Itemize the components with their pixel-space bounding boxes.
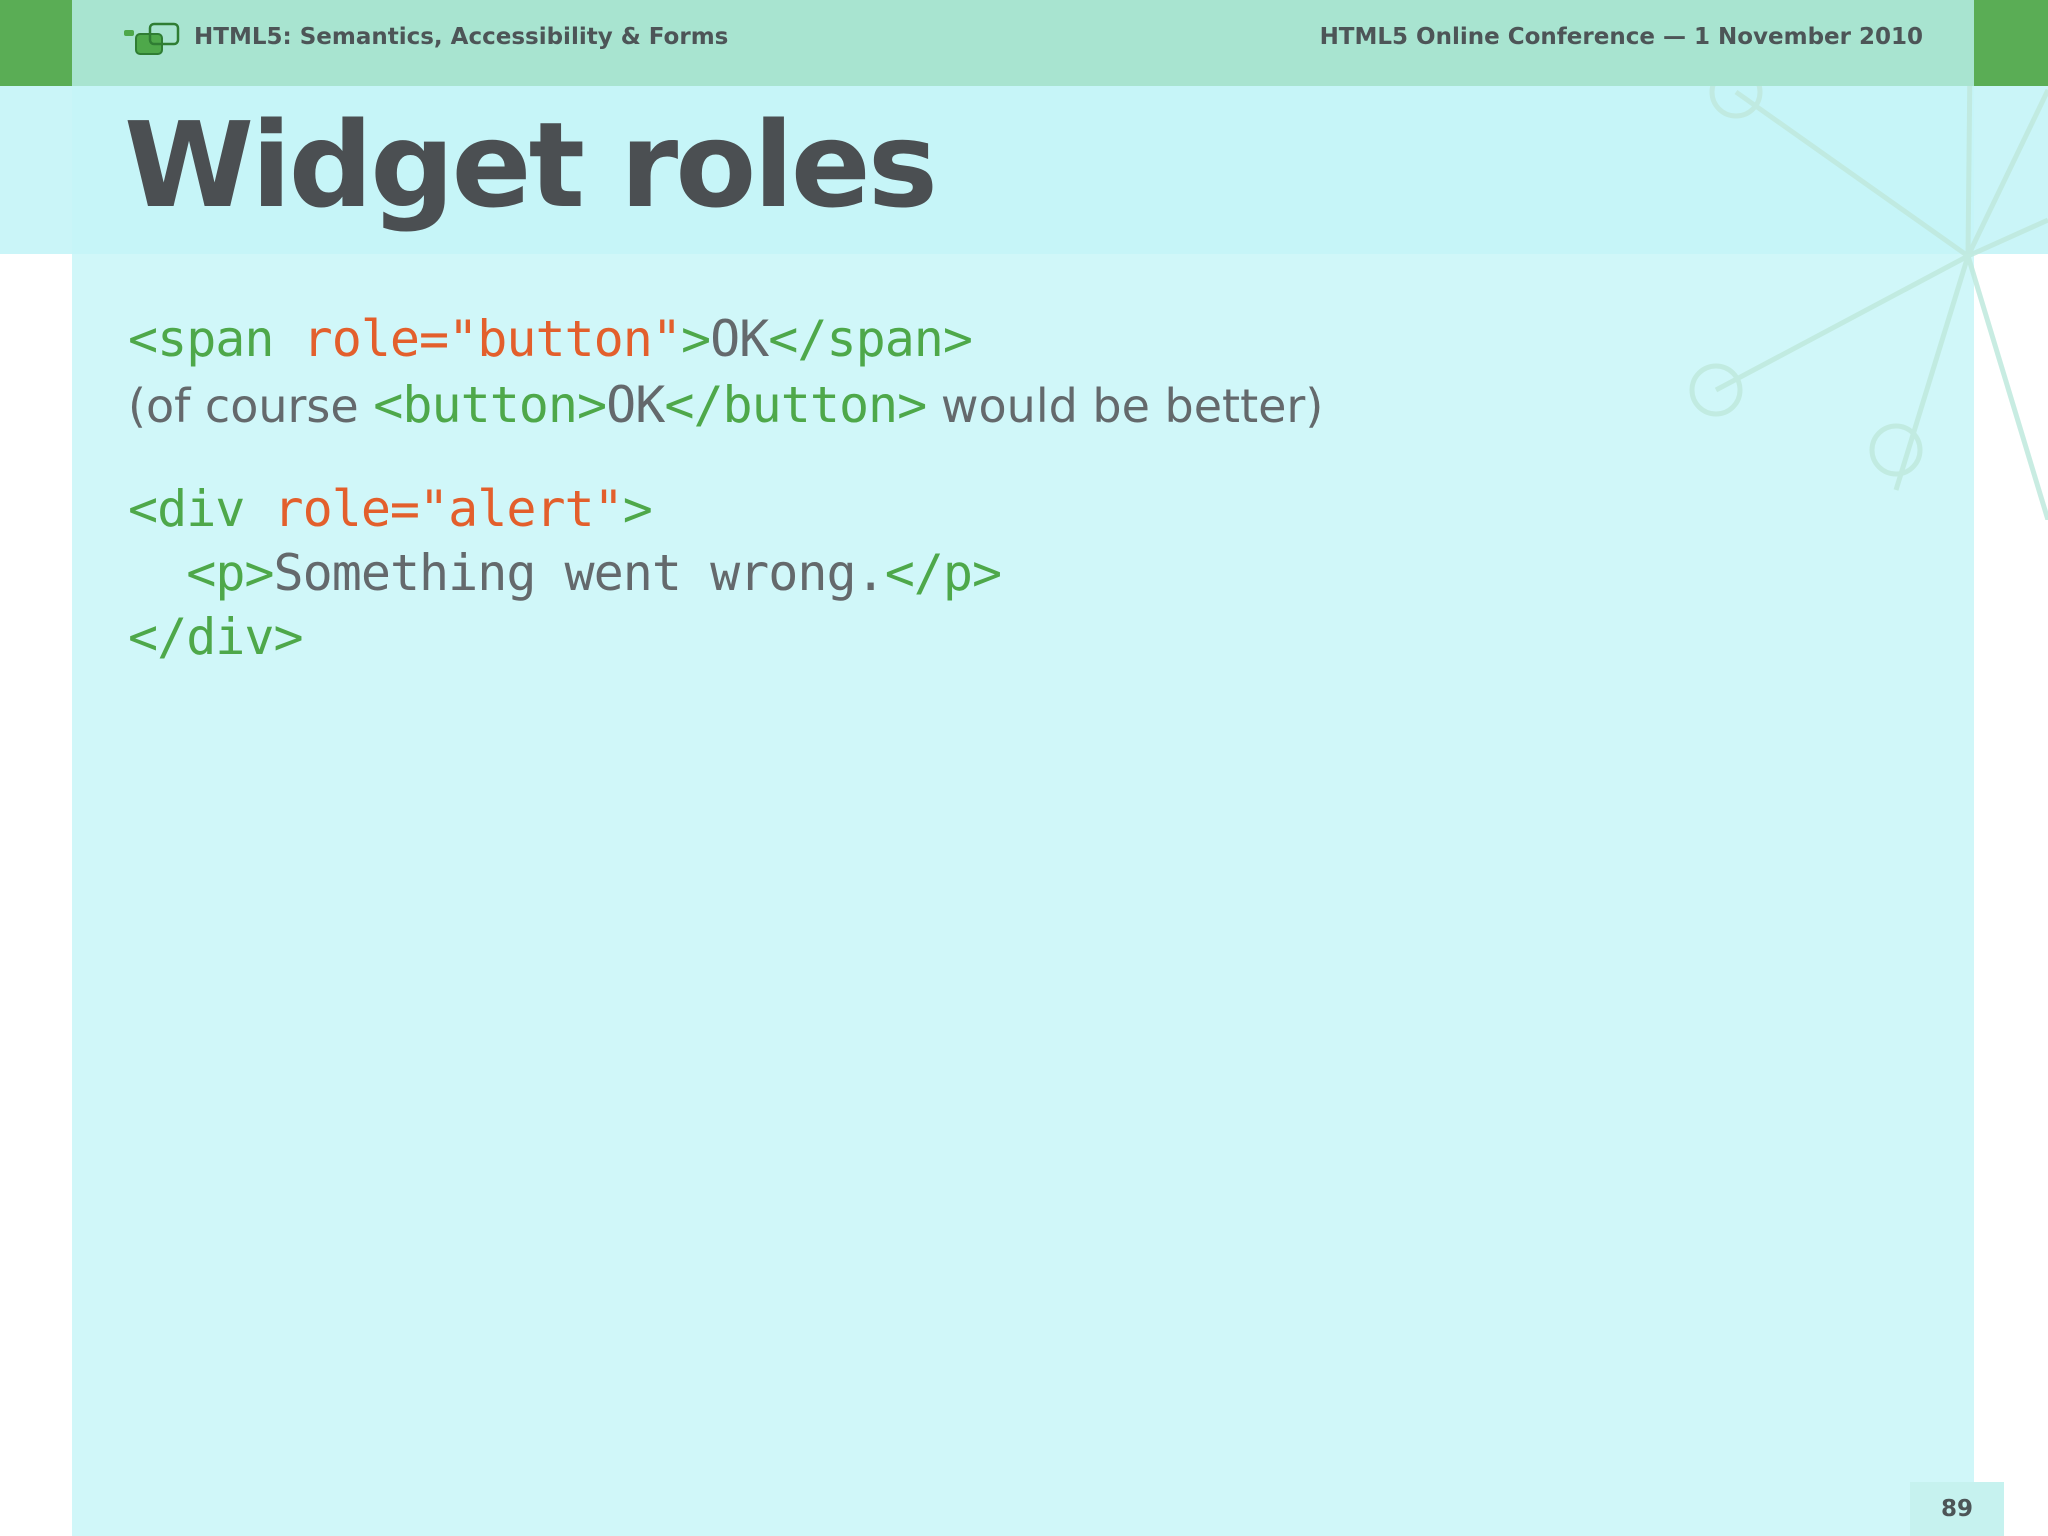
chat-bubbles-logo-icon [124, 22, 180, 55]
code-tag: <span [128, 310, 303, 368]
right-accent-strip [1974, 0, 2048, 86]
code-text: Something went wrong. [273, 544, 886, 602]
left-accent-strip [0, 0, 72, 86]
code-tag: </p> [884, 544, 1002, 602]
code-tag: </button> [664, 376, 927, 434]
code-text: OK [710, 310, 769, 368]
code-tag: > [680, 310, 711, 368]
code-attribute: role="alert" [273, 480, 624, 538]
code-example-div-close: </div> [128, 612, 304, 662]
code-tag: <div [128, 480, 274, 538]
code-text: OK [606, 376, 665, 434]
code-example-span-button: <span role="button">OK</span> [128, 314, 973, 364]
conference-info: HTML5 Online Conference — 1 November 201… [1319, 24, 1923, 50]
code-tag: <button> [373, 376, 607, 434]
presentation-title: HTML5: Semantics, Accessibility & Forms [194, 24, 729, 50]
note-suffix: would be better) [926, 379, 1324, 433]
code-tag: > [622, 480, 653, 538]
code-tag: <p> [186, 544, 274, 602]
code-tag: </div> [128, 608, 304, 666]
code-tag: </span> [768, 310, 973, 368]
network-decoration-icon [1689, 60, 2048, 520]
code-example-paragraph: <p>Something went wrong.</p> [128, 548, 1002, 598]
slide-title: Widget roles [124, 96, 938, 234]
note-prefix: (of course [128, 379, 374, 433]
note-line: (of course <button>OK</button> would be … [128, 380, 1323, 430]
code-attribute: role="button" [302, 310, 682, 368]
code-example-div-alert-open: <div role="alert"> [128, 484, 653, 534]
page-number: 89 [1910, 1482, 2004, 1536]
